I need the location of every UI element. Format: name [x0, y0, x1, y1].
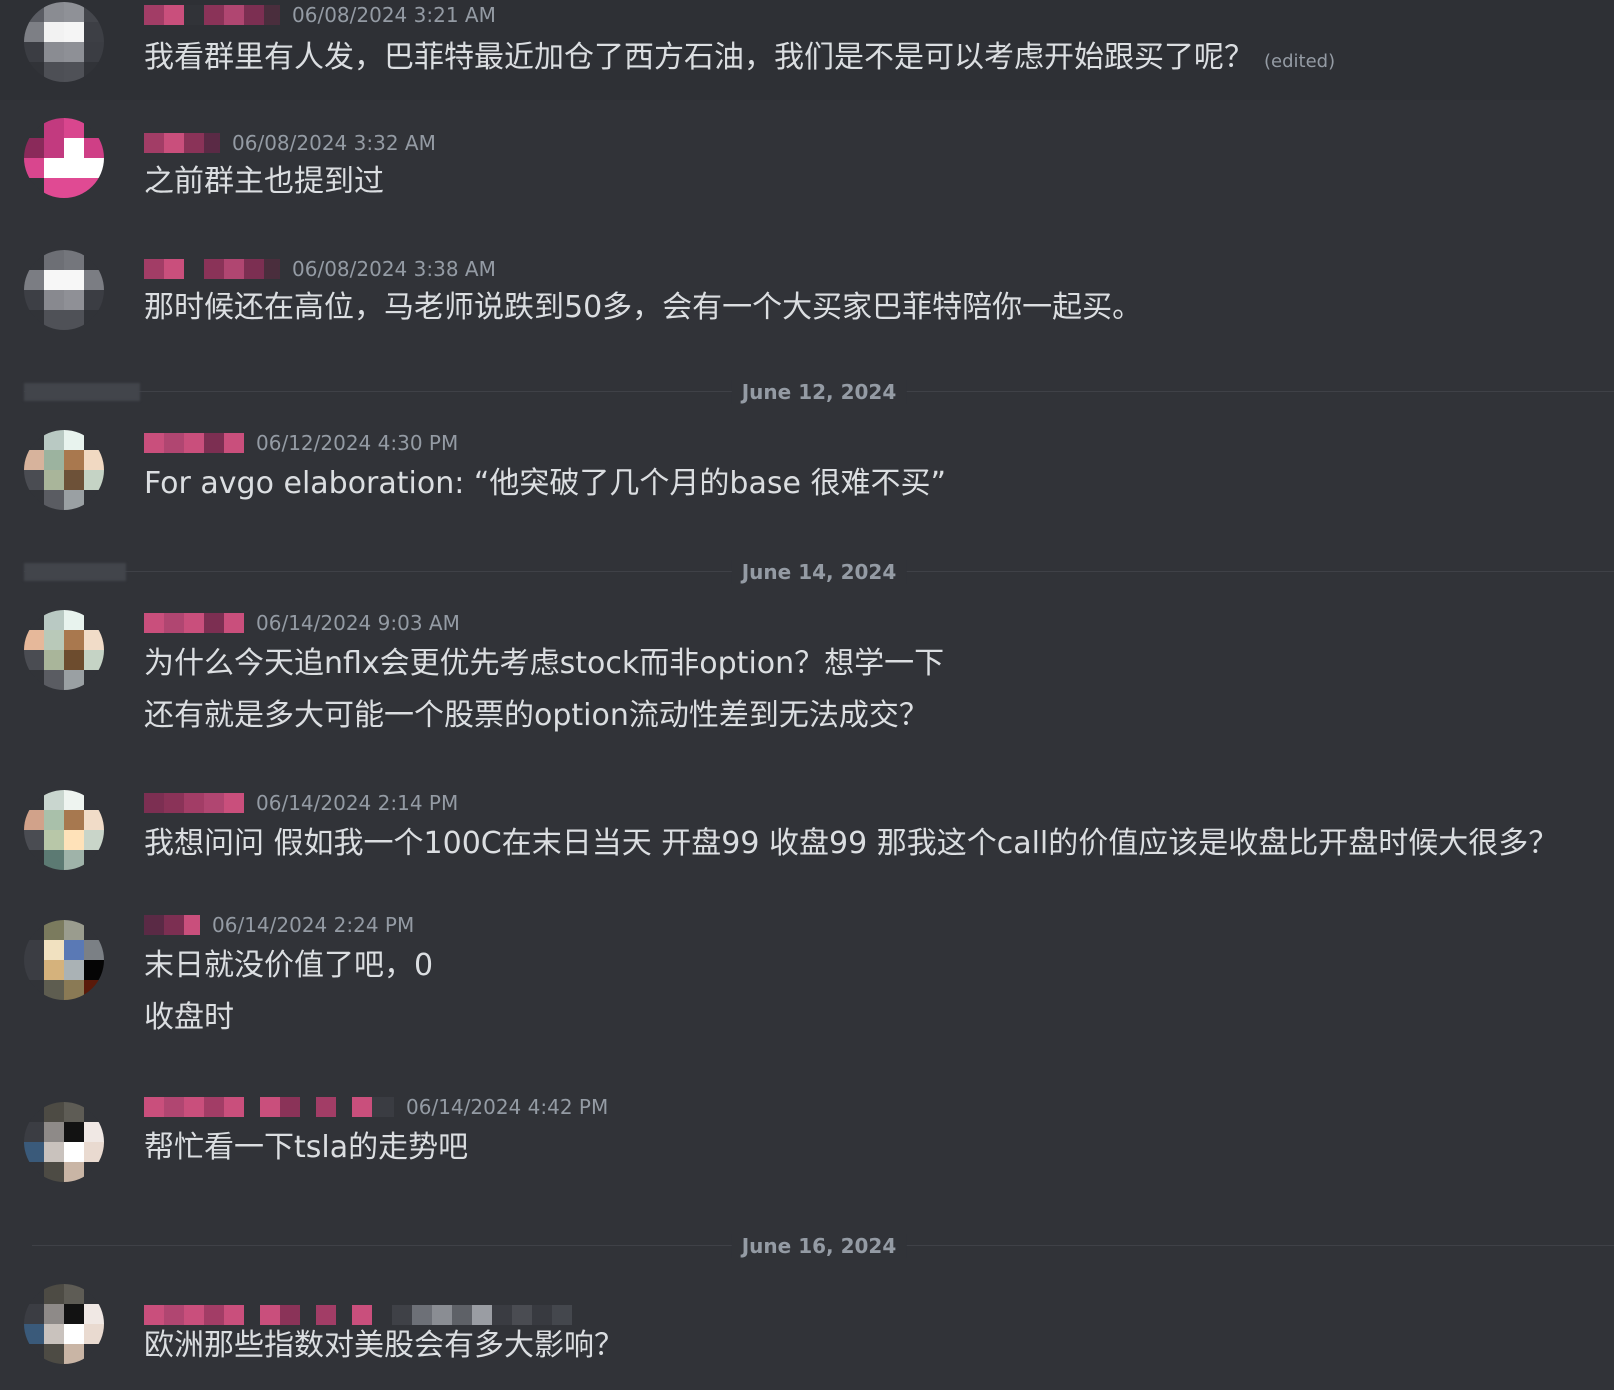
message-content: 为什么今天追nflx会更优先考虑stock而非option？想学一下 还有就是多… — [144, 638, 944, 742]
message-content: 我看群里有人发，巴菲特最近加仓了西方石油，我们是不是可以考虑开始跟买了呢？ (ed… — [144, 32, 1335, 88]
date-divider: June 16, 2024 — [24, 1234, 1614, 1258]
message[interactable]: 欧洲那些指数对美股会有多大影响？ — [0, 1280, 1614, 1390]
username-redacted[interactable] — [144, 915, 200, 935]
avatar[interactable] — [24, 1102, 104, 1182]
message-timestamp: 06/08/2024 3:21 AM — [292, 3, 496, 27]
chat-message-list[interactable]: 06/08/2024 3:21 AM 我看群里有人发，巴菲特最近加仓了西方石油，… — [0, 0, 1614, 1390]
message[interactable]: 06/12/2024 4:30 PM For avgo elaboration:… — [0, 420, 1614, 528]
message-content: 帮忙看一下tsla的走势吧 — [144, 1122, 468, 1174]
username-redacted[interactable] — [144, 259, 280, 279]
date-divider-label: June 12, 2024 — [731, 380, 907, 404]
message[interactable]: 06/08/2024 3:32 AM 之前群主也提到过 — [0, 118, 1614, 228]
message-line: 我看群里有人发，巴菲特最近加仓了西方石油，我们是不是可以考虑开始跟买了呢？ — [144, 40, 1254, 75]
message-timestamp: 06/12/2024 4:30 PM — [256, 431, 459, 455]
avatar[interactable] — [24, 790, 104, 870]
message-line: 帮忙看一下tsla的走势吧 — [144, 1130, 469, 1165]
message-timestamp: 06/14/2024 2:24 PM — [212, 913, 415, 937]
message[interactable]: 06/14/2024 2:14 PM 我想问问 假如我一个100C在末日当天 开… — [0, 780, 1614, 890]
message-timestamp: 06/14/2024 2:14 PM — [256, 791, 459, 815]
message-line: 那时候还在高位，马老师说跌到50多，会有一个大买家巴菲特陪你一起买。 — [144, 290, 1143, 325]
username-redacted[interactable] — [144, 1097, 394, 1117]
message-line: 还有就是多大可能一个股票的option流动性差到无法成交？ — [144, 698, 929, 733]
divider-blur — [24, 563, 126, 581]
avatar[interactable] — [24, 920, 104, 1000]
message-line: 收盘时 — [144, 1000, 234, 1035]
message-line: 末日就没价值了吧，0 — [144, 948, 434, 983]
message-content: 那时候还在高位，马老师说跌到50多，会有一个大买家巴菲特陪你一起买。 — [144, 282, 1142, 334]
message-content: 末日就没价值了吧，0 收盘时 — [144, 940, 433, 1044]
message[interactable]: 06/14/2024 2:24 PM 末日就没价值了吧，0 收盘时 — [0, 908, 1614, 1068]
date-divider-label: June 16, 2024 — [731, 1234, 907, 1258]
message-content: 欧洲那些指数对美股会有多大影响？ — [144, 1320, 624, 1372]
username-redacted[interactable] — [144, 793, 244, 813]
message-timestamp: 06/14/2024 9:03 AM — [256, 611, 460, 635]
message-timestamp: 06/08/2024 3:32 AM — [232, 131, 436, 155]
avatar[interactable] — [24, 250, 104, 330]
avatar[interactable] — [24, 430, 104, 510]
message-line: For avgo elaboration: “他突破了几个月的base 很难不买… — [144, 466, 947, 501]
username-redacted[interactable] — [144, 613, 244, 633]
avatar[interactable] — [24, 610, 104, 690]
avatar[interactable] — [24, 118, 104, 198]
date-divider: June 14, 2024 — [24, 560, 1614, 584]
message[interactable]: 06/14/2024 9:03 AM 为什么今天追nflx会更优先考虑stock… — [0, 600, 1614, 760]
username-redacted[interactable] — [144, 433, 244, 453]
date-divider: June 12, 2024 — [24, 380, 1614, 404]
divider-blur — [24, 383, 140, 401]
message[interactable]: 06/08/2024 3:38 AM 那时候还在高位，马老师说跌到50多，会有一… — [0, 250, 1614, 350]
message-content: 之前群主也提到过 — [144, 156, 384, 208]
message-line: 之前群主也提到过 — [144, 164, 384, 199]
avatar[interactable] — [24, 1284, 104, 1364]
message-line: 我想问问 假如我一个100C在末日当天 开盘99 收盘99 那我这个call的价… — [144, 826, 1559, 861]
message-content: 我想问问 假如我一个100C在末日当天 开盘99 收盘99 那我这个call的价… — [144, 818, 1558, 870]
message[interactable]: 06/14/2024 4:42 PM 帮忙看一下tsla的走势吧 — [0, 1090, 1614, 1208]
message-line: 欧洲那些指数对美股会有多大影响？ — [144, 1328, 624, 1363]
avatar[interactable] — [24, 2, 104, 82]
message-timestamp: 06/08/2024 3:38 AM — [292, 257, 496, 281]
message-line: 为什么今天追nflx会更优先考虑stock而非option？想学一下 — [144, 646, 945, 681]
date-divider-label: June 14, 2024 — [731, 560, 907, 584]
message-timestamp: 06/14/2024 4:42 PM — [406, 1095, 609, 1119]
username-redacted[interactable] — [144, 5, 280, 25]
edited-label: (edited) — [1264, 51, 1336, 72]
message-content: For avgo elaboration: “他突破了几个月的base 很难不买… — [144, 458, 946, 510]
username-redacted[interactable] — [144, 133, 220, 153]
message[interactable]: 06/08/2024 3:21 AM 我看群里有人发，巴菲特最近加仓了西方石油，… — [0, 0, 1614, 100]
